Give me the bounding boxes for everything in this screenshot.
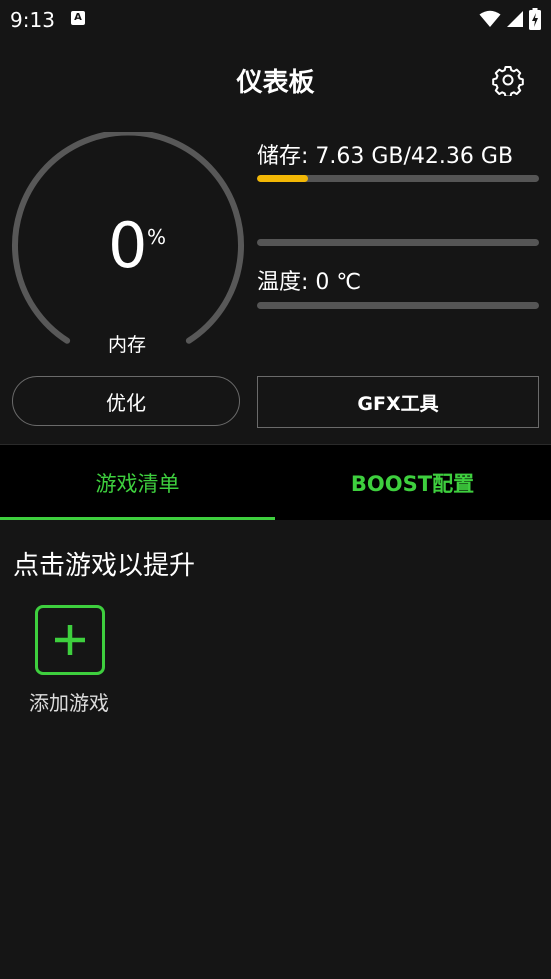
- tab-boost-config[interactable]: BOOST配置: [275, 445, 550, 520]
- status-time: 9:13: [10, 8, 55, 32]
- memory-percent-unit: %: [147, 225, 167, 249]
- storage-bar: [257, 175, 539, 182]
- status-bar: 9:13 A: [0, 0, 551, 40]
- memory-gauge: 0 % 内存: [8, 132, 248, 356]
- memory-percent: 0: [108, 209, 148, 282]
- temperature-bar: [257, 302, 539, 309]
- storage-bar-fill: [257, 175, 308, 182]
- wifi-icon: [479, 10, 501, 27]
- tab-game-list[interactable]: 游戏清单: [0, 445, 275, 520]
- tab-bar: 游戏清单 BOOST配置: [0, 444, 551, 520]
- page-title: 仪表板: [236, 68, 315, 98]
- app-header: 仪表板: [0, 40, 551, 120]
- middle-bar: [257, 239, 539, 246]
- gear-icon: [492, 66, 524, 98]
- notification-icon: A: [71, 11, 85, 25]
- content-title: 点击游戏以提升: [13, 551, 196, 581]
- storage-label: 储存: 7.63 GB/42.36 GB: [257, 144, 514, 169]
- add-game-tile[interactable]: [35, 605, 105, 675]
- settings-button[interactable]: [492, 64, 524, 98]
- cell-signal-icon: [507, 11, 523, 27]
- temperature-label: 温度: 0 ℃: [257, 270, 362, 295]
- add-game-label: 添加游戏: [29, 691, 109, 715]
- memory-label: 内存: [107, 334, 146, 356]
- gfx-tool-button[interactable]: GFX工具: [257, 376, 539, 428]
- status-icons: [479, 7, 541, 31]
- optimize-button[interactable]: 优化: [12, 376, 240, 426]
- battery-charging-icon: [529, 8, 541, 30]
- plus-icon: [55, 625, 85, 655]
